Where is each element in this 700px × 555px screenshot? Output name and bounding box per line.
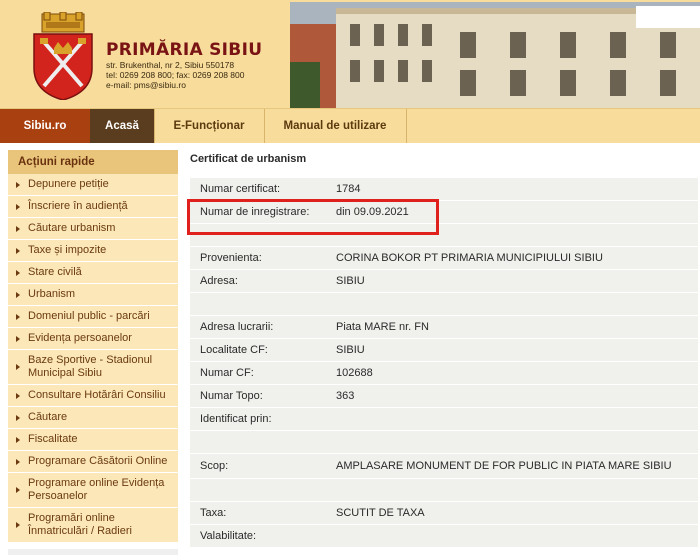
nav-manual-utilizare[interactable]: Manual de utilizare xyxy=(264,109,407,143)
table-row: Adresa lucrarii: Piata MARE nr. FN xyxy=(190,316,698,339)
table-row: Adresa: SIBIU xyxy=(190,270,698,293)
nav-sibiu-ro[interactable]: Sibiu.ro xyxy=(0,109,91,143)
sidebar-item-label: Domeniul public - parcări xyxy=(28,310,150,322)
sidebar-item-label: Stare civilă xyxy=(28,266,82,278)
triangle-bullet-icon xyxy=(16,225,20,232)
sidebar-item-taxe-impozite[interactable]: Taxe și impozite xyxy=(8,240,178,262)
table-row: Numar certificat: 1784 xyxy=(190,178,698,201)
triangle-bullet-icon xyxy=(16,487,20,493)
main-navigation: Sibiu.ro Acasă E-Funcționar Manual de ut… xyxy=(0,108,700,143)
sidebar-item-label: Programări online Înmatriculări / Radier… xyxy=(28,512,132,537)
triangle-bullet-icon xyxy=(16,203,20,210)
sidebar-item-label: Programare Căsătorii Online xyxy=(28,455,168,467)
sidebar-item-programare-evidenta[interactable]: Programare online Evidența Persoanelor xyxy=(8,473,178,508)
phone-text: tel: 0269 208 800; fax: 0269 208 800 xyxy=(106,70,245,80)
table-row: Scop: AMPLASARE MONUMENT DE FOR PUBLIC IN… xyxy=(190,454,698,479)
row-value: CORINA BOKOR PT PRIMARIA MUNICIPIULUI SI… xyxy=(336,252,603,264)
triangle-bullet-icon xyxy=(16,247,20,254)
row-value: SIBIU xyxy=(336,275,365,287)
sidebar-item-label: Înscriere în audiență xyxy=(28,200,128,212)
row-label: Numar Topo: xyxy=(200,390,263,402)
header-blank-area xyxy=(636,6,700,28)
sidebar-item-label: Programare online Evidența Persoanelor xyxy=(28,477,165,502)
nav-acasa[interactable]: Acasă xyxy=(90,109,155,143)
sidebar-title: Acțiuni rapide xyxy=(8,150,178,174)
sidebar-item-urbanism[interactable]: Urbanism xyxy=(8,284,178,306)
sidebar-item-domeniul-public[interactable]: Domeniul public - parcări xyxy=(8,306,178,328)
sidebar-item-label: Taxe și impozite xyxy=(28,244,107,256)
brand-block: PRIMĂRIA SIBIU str. Brukenthal, nr 2, Si… xyxy=(106,40,262,90)
site-header: PRIMĂRIA SIBIU str. Brukenthal, nr 2, Si… xyxy=(0,0,700,108)
triangle-bullet-icon xyxy=(16,392,20,399)
table-row: Numar Topo: 363 xyxy=(190,385,698,408)
row-label: Scop: xyxy=(200,460,229,472)
sidebar-item-cautare[interactable]: Căutare xyxy=(8,407,178,429)
row-label: Valabilitate: xyxy=(200,530,257,542)
row-label: Identificat prin: xyxy=(200,413,272,425)
triangle-bullet-icon xyxy=(16,335,20,342)
triangle-bullet-icon xyxy=(16,291,20,298)
sidebar-item-label: Baze Sportive - Stadionul Municipal Sibi… xyxy=(28,354,153,379)
triangle-bullet-icon xyxy=(16,269,20,276)
highlight-box xyxy=(187,199,439,235)
row-label: Numar CF: xyxy=(200,367,254,379)
sidebar-item-label: Căutare urbanism xyxy=(28,222,116,234)
triangle-bullet-icon xyxy=(16,458,20,465)
triangle-bullet-icon xyxy=(16,436,20,443)
triangle-bullet-icon xyxy=(16,181,20,188)
row-value: 1784 xyxy=(336,183,361,195)
row-value: Piata MARE nr. FN xyxy=(336,321,429,333)
sidebar-item-programare-casatorii[interactable]: Programare Căsătorii Online xyxy=(8,451,178,473)
sibiu-coat-of-arms-icon xyxy=(33,12,93,100)
table-row: Identificat prin: xyxy=(190,408,698,431)
triangle-bullet-icon xyxy=(16,522,20,528)
email-text: e-mail: pms@sibiu.ro xyxy=(106,80,186,90)
table-row xyxy=(190,431,698,454)
row-value: 363 xyxy=(336,390,355,402)
sidebar-next-box xyxy=(8,549,178,555)
sidebar-item-cautare-urbanism[interactable]: Căutare urbanism xyxy=(8,218,178,240)
row-value: SIBIU xyxy=(336,344,365,356)
row-label: Taxa: xyxy=(200,507,227,519)
row-label: Adresa: xyxy=(200,275,238,287)
sidebar-item-label: Fiscalitate xyxy=(28,433,78,445)
sidebar-item-label: Evidența persoanelor xyxy=(28,332,132,344)
sidebar-item-label: Urbanism xyxy=(28,288,76,300)
table-row: Provenienta: CORINA BOKOR PT PRIMARIA MUN… xyxy=(190,247,698,270)
row-label: Provenienta: xyxy=(200,252,262,264)
sidebar-item-label: Depunere petiție xyxy=(28,178,109,190)
quick-actions-sidebar: Acțiuni rapide Depunere petiție Înscrier… xyxy=(8,150,178,555)
table-row xyxy=(190,479,698,502)
table-row: Valabilitate: xyxy=(190,525,698,548)
row-label: Adresa lucrarii: xyxy=(200,321,274,333)
sidebar-item-stare-civila[interactable]: Stare civilă xyxy=(8,262,178,284)
triangle-bullet-icon xyxy=(16,414,20,421)
row-value: SCUTIT DE TAXA xyxy=(336,507,425,519)
row-label: Localitate CF: xyxy=(200,344,268,356)
table-row: Localitate CF: SIBIU xyxy=(190,339,698,362)
table-row xyxy=(190,293,698,316)
page-title: Certificat de urbanism xyxy=(190,153,307,165)
triangle-bullet-icon xyxy=(16,364,20,370)
sidebar-item-consultare-hotarari[interactable]: Consultare Hotărâri Consiliu xyxy=(8,385,178,407)
row-value: AMPLASARE MONUMENT DE FOR PUBLIC IN PIAT… xyxy=(336,460,672,472)
sidebar-item-fiscalitate[interactable]: Fiscalitate xyxy=(8,429,178,451)
sidebar-item-evidenta-persoanelor[interactable]: Evidența persoanelor xyxy=(8,328,178,350)
sidebar-item-programari-inmatriculari[interactable]: Programări online Înmatriculări / Radier… xyxy=(8,508,178,543)
row-label: Numar certificat: xyxy=(200,183,281,195)
sidebar-item-baze-sportive[interactable]: Baze Sportive - Stadionul Municipal Sibi… xyxy=(8,350,178,385)
table-row: Taxa: SCUTIT DE TAXA xyxy=(190,502,698,525)
sidebar-item-label: Căutare xyxy=(28,411,68,423)
sidebar-item-label: Consultare Hotărâri Consiliu xyxy=(28,389,166,401)
triangle-bullet-icon xyxy=(16,313,20,320)
sidebar-item-inscriere-audienta[interactable]: Înscriere în audiență xyxy=(8,196,178,218)
address-text: str. Brukenthal, nr 2, Sibiu 550178 xyxy=(106,60,235,70)
nav-e-functionar[interactable]: E-Funcționar xyxy=(154,109,265,143)
sidebar-item-depunere-petitie[interactable]: Depunere petiție xyxy=(8,174,178,196)
row-value: 102688 xyxy=(336,367,373,379)
site-title[interactable]: PRIMĂRIA SIBIU xyxy=(106,40,262,60)
table-row: Numar CF: 102688 xyxy=(190,362,698,385)
